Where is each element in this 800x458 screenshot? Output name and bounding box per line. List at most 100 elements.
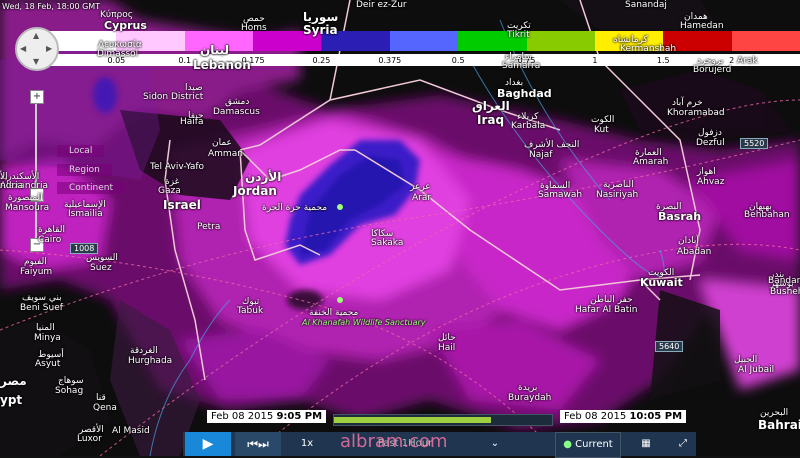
map-label: Asyut	[35, 359, 61, 369]
scale-local-button[interactable]: Local	[57, 145, 105, 157]
map-label: الفيوم	[24, 257, 47, 267]
timeline-start: Feb 08 2015 9:05 PM	[207, 410, 327, 423]
map-label: البحرين	[760, 408, 789, 418]
map-label: الغردقة	[130, 346, 158, 356]
map-label: Al Khanafah Wildlife Sanctuary	[302, 318, 426, 327]
map-label: النجف الأشرف	[524, 140, 580, 150]
map-label: خرم آباد	[672, 98, 703, 108]
map-label: Bushehr	[770, 287, 800, 297]
map-label: Kuwait	[640, 276, 683, 289]
map-label: Bandar	[768, 276, 800, 286]
pan-up-icon[interactable]: ▲	[33, 31, 39, 40]
map-label: Khoramabad	[667, 108, 725, 118]
map-label: القاهرة	[38, 225, 65, 235]
map-label: Qena	[93, 403, 117, 413]
map-label: Damascus	[213, 107, 260, 117]
map-label: Hafar Al Batin	[575, 305, 638, 315]
legend-value: 2	[729, 56, 735, 65]
map-label: Amman	[208, 149, 243, 159]
forecast-date: Wed, 18 Feb, 18:00 GMT	[2, 2, 101, 11]
speed-select[interactable]: 1x	[292, 432, 322, 456]
scale-continent-button[interactable]: Continent	[57, 182, 125, 194]
map-label: دزفول	[698, 128, 722, 138]
map-label: Samawah	[538, 190, 583, 200]
map-label: سوهاج	[58, 376, 84, 386]
map-label: محمية حرة الحرة	[262, 203, 328, 213]
timeline-end: Feb 08 2015 10:05 PM	[560, 410, 687, 423]
map-label: Karbala	[511, 121, 546, 131]
timeline-slider[interactable]	[333, 414, 553, 426]
weather-radar-map[interactable]	[0, 0, 800, 456]
sanctuary-marker[interactable]	[337, 297, 343, 303]
map-label: سوريا	[303, 10, 339, 24]
map-label: Sakaka	[371, 238, 404, 248]
map-label: Bahrai	[758, 418, 800, 432]
map-label: Lebanon	[193, 58, 251, 72]
map-label: Hamedan	[680, 21, 724, 31]
map-label: Hurghada	[128, 356, 173, 366]
map-label: ndria	[0, 181, 24, 191]
map-label: دمشق	[225, 97, 250, 107]
map-label: Sidon District	[143, 92, 204, 102]
pan-down-icon[interactable]: ▼	[33, 57, 39, 66]
sanctuary-marker[interactable]	[337, 204, 343, 210]
map-label: Homs	[241, 23, 267, 33]
map-label: بروجرد	[697, 56, 724, 66]
legend-background	[48, 54, 800, 66]
map-label: Arak	[737, 56, 758, 66]
map-label: Petra	[197, 222, 221, 232]
map-label: Cairo	[38, 235, 62, 245]
map-label: Buraydah	[508, 393, 552, 403]
play-icon: ▶	[202, 436, 214, 452]
map-label: الكوت	[591, 115, 615, 125]
fullscreen-button[interactable]: ⤢	[670, 432, 696, 456]
legend-value: 0.375	[378, 56, 402, 65]
pan-right-icon[interactable]: ▶	[46, 44, 52, 53]
map-label: بريدة	[518, 383, 538, 393]
map-label: العراق	[472, 99, 510, 113]
map-label: Syria	[303, 23, 338, 37]
map-label: Luxor	[77, 434, 102, 444]
range-dropdown[interactable]: ⌄	[482, 432, 508, 456]
map-label: Gaza	[158, 186, 181, 196]
map-label: Israel	[163, 198, 201, 212]
map-label: Abadan	[677, 247, 712, 257]
scale-region-button[interactable]: Region	[57, 164, 112, 176]
map-label: بني سويف	[22, 293, 62, 303]
map-label: حفر الباطن	[590, 295, 633, 305]
map-label: Dezful	[696, 138, 725, 148]
calendar-button[interactable]: ▦	[630, 432, 662, 456]
map-label: محمية الخنفة	[309, 308, 359, 318]
timeline-slider-fill	[334, 417, 491, 423]
map-label: Minya	[34, 333, 61, 343]
map-label: قنا	[96, 393, 106, 403]
legend-value: 0.5	[451, 56, 465, 65]
pressure-badge: 5520	[740, 138, 769, 149]
map-label: Hail	[438, 343, 456, 353]
map-label: عمان	[212, 138, 232, 148]
map-label: السويس	[86, 253, 118, 263]
map-label: Suez	[90, 263, 112, 273]
zoom-in-button[interactable]: +	[30, 90, 44, 104]
map-label: Arar	[412, 193, 432, 203]
map-label: Baghdad	[497, 87, 552, 100]
map-label: Dimassol	[97, 49, 139, 59]
map-label: Sanandaj	[625, 0, 667, 10]
map-label: Kut	[594, 125, 609, 135]
play-button[interactable]: ▶	[185, 432, 231, 456]
fullscreen-icon: ⤢	[679, 438, 687, 449]
pan-control[interactable]: ▲ ▼ ◀ ▶	[15, 27, 59, 71]
map-label: Al Jubail	[738, 365, 775, 375]
current-button[interactable]: ● Current	[555, 432, 621, 458]
step-button[interactable]: ⏮⏭	[235, 432, 281, 456]
map-label: مصر	[0, 374, 27, 388]
pan-left-icon[interactable]: ◀	[20, 44, 26, 53]
skip-icon: ⏮⏭	[247, 437, 269, 451]
legend-value: 0.1	[178, 56, 192, 65]
map-label: Ahvaz	[697, 177, 725, 187]
map-label: Mansoura	[5, 203, 50, 213]
zoom-track[interactable]	[35, 90, 37, 250]
map-label: لبنان	[200, 43, 230, 57]
map-label: الأردن	[245, 170, 282, 184]
legend-swatch	[731, 31, 800, 51]
